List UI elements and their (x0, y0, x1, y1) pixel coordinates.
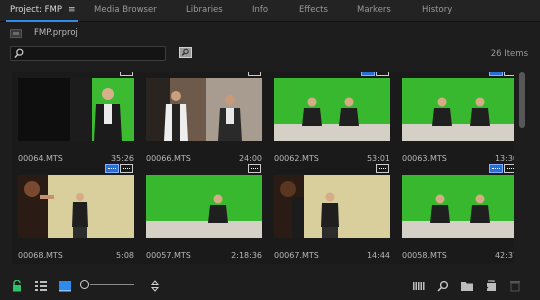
sort-icon[interactable] (148, 280, 162, 292)
tab-libraries[interactable]: Libraries (186, 0, 223, 22)
search-icon (14, 48, 24, 59)
clip-name: 00058.MTS (402, 251, 447, 260)
clip-marker-icon (248, 72, 261, 76)
clip-name: 00068.MTS (18, 251, 63, 260)
clip-name: 00064.MTS (18, 154, 63, 163)
clip-duration: 13:30 (494, 154, 514, 163)
find-icon[interactable] (436, 280, 450, 292)
automate-to-sequence-icon[interactable] (412, 280, 426, 292)
tab-project-label: Project: FMP (10, 5, 62, 15)
clip-marker-icon (376, 164, 389, 173)
clip-marker-icon (120, 72, 133, 76)
media-grid: 00064.MTS 35:26 00066.MTS 24:00 00062.MT… (12, 72, 514, 264)
clip-duration: 24:00 (238, 154, 262, 163)
clip-duration: 53:01 (366, 154, 390, 163)
item-count: 26 Items (490, 49, 528, 59)
search-input[interactable] (27, 47, 163, 60)
tab-project[interactable]: Project: FMP ≡ (10, 0, 76, 22)
active-tab-indicator (6, 20, 78, 22)
clip-marker-icon (376, 72, 389, 76)
clip-name: 00066.MTS (146, 154, 191, 163)
clip-marker-icon (504, 72, 514, 76)
lock-icon[interactable] (10, 280, 24, 292)
clip-name: 00062.MTS (274, 154, 319, 163)
grid-scrollbar[interactable] (519, 72, 525, 128)
clip-marker-icon (105, 164, 119, 173)
clip-marker-icon (120, 164, 133, 173)
new-search-bin-icon[interactable] (179, 47, 192, 58)
clip-thumbnail[interactable] (18, 175, 134, 238)
clip-marker-icon (504, 164, 514, 173)
clip-marker-icon (248, 164, 261, 173)
clip-thumbnail[interactable] (402, 175, 514, 238)
panel-menu-icon[interactable]: ≡ (68, 0, 76, 21)
clip-marker-icon (489, 164, 503, 173)
clip-duration: 14:44 (366, 251, 390, 260)
clip-thumbnail[interactable] (274, 175, 390, 238)
clip-thumbnail[interactable] (402, 78, 514, 141)
list-view-icon[interactable] (34, 280, 48, 292)
clip-thumbnail[interactable] (274, 78, 390, 141)
tab-history[interactable]: History (422, 0, 452, 22)
new-item-icon[interactable] (484, 280, 498, 292)
search-box[interactable] (10, 46, 166, 61)
new-bin-icon[interactable] (460, 280, 474, 292)
clip-duration: 5:08 (116, 251, 134, 260)
clip-duration: 42:37 (494, 251, 514, 260)
clip-thumbnail[interactable] (18, 78, 134, 141)
clip-thumbnail[interactable] (146, 78, 262, 141)
clip-duration: 35:26 (110, 154, 134, 163)
clear-icon[interactable] (508, 280, 522, 292)
project-file-name: FMP.prproj (34, 28, 78, 38)
clip-marker-icon (489, 72, 503, 76)
tab-info[interactable]: Info (252, 0, 268, 22)
clip-marker-icon (361, 72, 375, 76)
tab-markers[interactable]: Markers (357, 0, 391, 22)
clip-duration: 2:18:36 (231, 251, 262, 260)
clip-thumbnail[interactable] (146, 175, 262, 238)
icon-view-icon[interactable] (58, 280, 72, 292)
zoom-slider-track[interactable] (90, 284, 134, 285)
zoom-slider-thumb[interactable] (80, 280, 89, 289)
clip-name: 00063.MTS (402, 154, 447, 163)
clip-name: 00057.MTS (146, 251, 191, 260)
panel-tab-bar: Project: FMP ≡ Media Browser Libraries In… (0, 0, 540, 22)
project-file-icon (10, 29, 22, 38)
tab-effects[interactable]: Effects (299, 0, 328, 22)
tab-media-browser[interactable]: Media Browser (94, 0, 157, 22)
clip-name: 00067.MTS (274, 251, 319, 260)
